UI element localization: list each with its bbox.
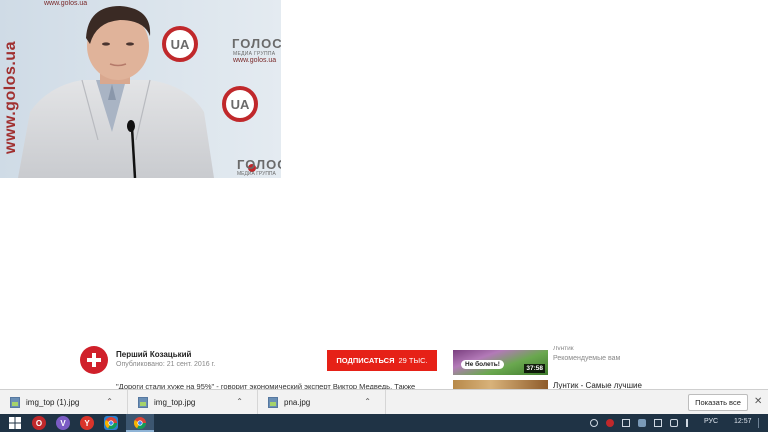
chrome-icon[interactable] <box>104 416 118 430</box>
video-brand-top: ГОЛОС <box>232 36 281 51</box>
chevron-up-icon[interactable]: ⌃ <box>364 397 371 406</box>
subscribe-button[interactable]: ПОДПИСАТЬСЯ 29 ТЫС. <box>327 350 437 371</box>
video-duration: 37:58 <box>524 364 545 373</box>
download-filename: img_top (1).jpg <box>26 398 80 407</box>
video-brand-bottom-sub: МЕДИА ГРУППА <box>237 171 276 177</box>
recommended-thumbnail-1[interactable]: Не болеть! 37:58 <box>453 350 548 375</box>
volume-icon[interactable] <box>686 419 694 427</box>
cross-icon <box>87 353 101 367</box>
downloads-bar: img_top (1).jpg ⌃ img_top.jpg ⌃ pna.jpg … <box>0 389 768 415</box>
video-brand-bottom: ГОЛОС <box>237 157 281 172</box>
clock[interactable]: 12:57 <box>734 418 752 425</box>
video-brand-top-url: www.golos.ua <box>233 57 277 64</box>
recommended-title-1[interactable]: Лунтик <box>553 346 574 350</box>
download-item[interactable]: img_top.jpg ⌃ <box>128 390 258 415</box>
video-side-url: www.golos.ua <box>2 4 26 154</box>
download-item[interactable]: pna.jpg ⌃ <box>258 390 386 415</box>
download-filename: pna.jpg <box>284 398 311 407</box>
screen: www.golos.ua www.golos.ua UA UA ГОЛОС МЕ… <box>0 0 768 432</box>
language-indicator[interactable]: РУС <box>704 418 718 425</box>
network-icon[interactable] <box>638 419 646 427</box>
tray-app-icon[interactable] <box>606 419 614 427</box>
video-player[interactable]: www.golos.ua www.golos.ua UA UA ГОЛОС МЕ… <box>0 0 281 178</box>
channel-avatar[interactable] <box>80 346 108 374</box>
thumbnail-caption: Не болеть! <box>461 360 504 369</box>
channel-name[interactable]: Перший Козацький <box>116 350 191 359</box>
chrome-active-icon[interactable] <box>133 416 147 430</box>
ua-logo-top: UA <box>162 26 198 62</box>
close-icon[interactable]: ✕ <box>754 396 762 407</box>
flag-icon[interactable] <box>654 419 662 427</box>
subscriber-count: 29 ТЫС. <box>398 356 428 365</box>
opera-icon[interactable]: O <box>32 416 46 430</box>
battery-icon[interactable] <box>670 419 678 427</box>
recommended-meta-1: Рекомендуемые вам <box>553 355 621 362</box>
taskbar: O V Y РУС 12:57 <box>0 414 768 432</box>
image-file-icon <box>10 397 20 408</box>
viber-icon[interactable]: V <box>56 416 70 430</box>
tray-icon[interactable] <box>590 419 598 427</box>
show-desktop-divider[interactable] <box>758 418 759 428</box>
ua-logo-bottom: UA <box>222 86 258 122</box>
video-url-small: www.golos.ua <box>44 0 88 7</box>
windows-start-icon[interactable] <box>8 416 22 430</box>
subscribe-label: ПОДПИСАТЬСЯ <box>336 356 395 365</box>
chevron-up-icon[interactable]: ⌃ <box>106 397 113 406</box>
yandex-browser-icon[interactable]: Y <box>80 416 94 430</box>
chevron-up-icon[interactable]: ⌃ <box>236 397 243 406</box>
publish-date: Опубликовано: 21 сент. 2016 г. <box>116 361 216 368</box>
tray-window-icon[interactable] <box>622 419 630 427</box>
download-filename: img_top.jpg <box>154 398 196 407</box>
download-item[interactable]: img_top (1).jpg ⌃ <box>0 390 128 415</box>
image-file-icon <box>268 397 278 408</box>
video-side-url-text: www.golos.ua <box>2 41 19 154</box>
show-all-downloads-button[interactable]: Показать все <box>688 394 748 411</box>
image-file-icon <box>138 397 148 408</box>
